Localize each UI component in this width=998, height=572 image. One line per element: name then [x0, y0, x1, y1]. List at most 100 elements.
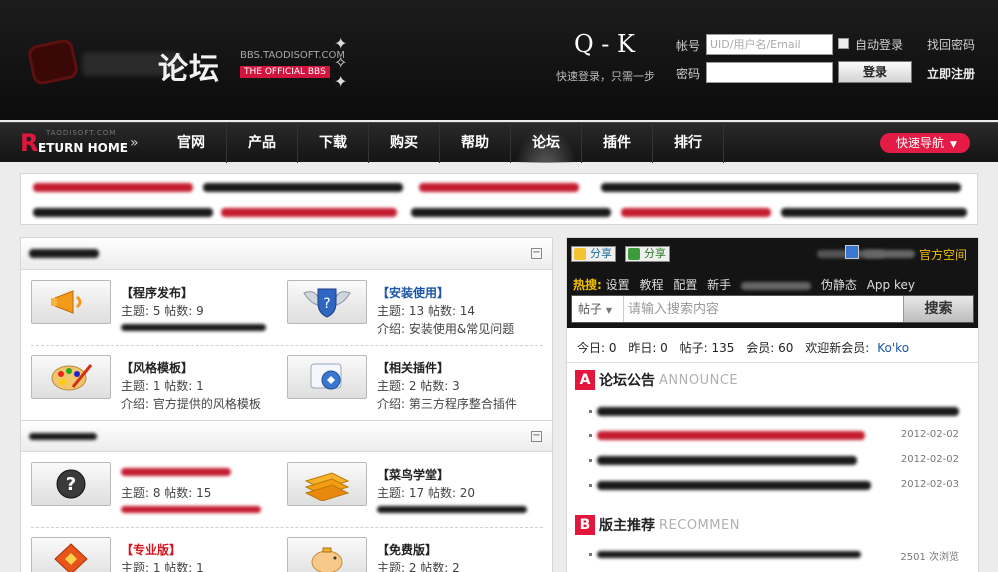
pro-edition-icon[interactable]: [31, 537, 111, 572]
announce-title: 论坛公告: [599, 373, 655, 389]
forum-title[interactable]: 【菜鸟学堂】: [377, 466, 449, 483]
announce-item[interactable]: 2012-02-03: [589, 478, 959, 494]
announce-item[interactable]: [589, 404, 959, 420]
redacted-link[interactable]: [419, 183, 579, 192]
announce-title-redacted[interactable]: [597, 407, 959, 416]
forum-title[interactable]: 【程序发布】: [121, 284, 193, 301]
redacted-link[interactable]: [781, 208, 967, 217]
recommend-letter: B: [575, 515, 595, 535]
register-link[interactable]: 立即注册: [927, 65, 975, 82]
site-logo[interactable]: 论坛 BBS.TAODISOFT.COM THE OFFICIAL BBS ✦ …: [26, 34, 347, 91]
divider: [31, 527, 543, 528]
divider: [567, 362, 978, 363]
recommend-title: 版主推荐: [599, 518, 655, 534]
login-button[interactable]: 登录: [838, 61, 912, 83]
forum-title[interactable]: 【专业版】: [121, 541, 181, 558]
hot-search-item[interactable]: 设置: [606, 278, 630, 292]
redacted-link[interactable]: [411, 208, 611, 217]
share-button[interactable]: 分享: [571, 246, 616, 262]
nav-item-plugins[interactable]: 插件: [582, 123, 653, 163]
return-home-link[interactable]: R TAODISOFT.COM ETURN HOME »: [20, 127, 144, 159]
question-icon[interactable]: ?: [31, 462, 111, 506]
nav-item-download[interactable]: 下载: [298, 123, 369, 163]
forum-item[interactable]: ? 主题: 8 帖数: 15: [31, 462, 281, 518]
qq-quick-login[interactable]: Q - K 快速登录，只需一步: [556, 30, 672, 90]
search-type-select[interactable]: 帖子 ▼: [572, 296, 624, 322]
search-button[interactable]: 搜索: [903, 296, 973, 322]
forum-item[interactable]: 【专业版】 主题: 1 帖数: 1: [31, 537, 281, 572]
share-button[interactable]: 分享: [625, 246, 670, 262]
section-title-redacted: [29, 249, 99, 258]
hot-search-item[interactable]: 配置: [673, 278, 697, 292]
forum-desc: 介绍: 安装使用&常见问题: [377, 322, 515, 336]
nav-item-ranking[interactable]: 排行: [653, 123, 724, 163]
forum-title[interactable]: 【安装使用】: [377, 284, 449, 301]
redacted-link[interactable]: [203, 183, 403, 192]
piggy-bank-icon[interactable]: [287, 537, 367, 572]
main-nav: R TAODISOFT.COM ETURN HOME » 官网 产品 下载 购买…: [0, 122, 998, 163]
hot-search-item-redacted[interactable]: [741, 281, 812, 290]
forum-desc-redacted: [121, 324, 266, 331]
logo-domain: BBS.TAODISOFT.COM: [240, 50, 345, 61]
announce-item[interactable]: 2012-02-02: [589, 428, 959, 444]
search-input[interactable]: [628, 299, 898, 319]
forum-item[interactable]: 【风格模板】 主题: 1 帖数: 1 介绍: 官方提供的风格模板: [31, 355, 281, 411]
palette-icon[interactable]: [31, 355, 111, 399]
forum-title[interactable]: 【免费版】: [377, 541, 437, 558]
auto-login-checkbox[interactable]: [838, 38, 849, 49]
redacted-link[interactable]: [33, 183, 193, 192]
books-icon[interactable]: [287, 462, 367, 506]
forum-item[interactable]: 【菜鸟学堂】 主题: 17 帖数: 20: [287, 462, 537, 518]
qq-login-text: 快速登录，只需一步: [556, 70, 655, 83]
forum-item[interactable]: ? 【安装使用】 主题: 13 帖数: 14 介绍: 安装使用&常见问题: [287, 280, 537, 336]
quick-nav-button[interactable]: 快速导航 ▼: [880, 133, 970, 153]
forum-item[interactable]: 【相关插件】 主题: 2 帖数: 3 介绍: 第三方程序整合插件: [287, 355, 537, 411]
nav-item-buy[interactable]: 购买: [369, 123, 440, 163]
hot-search-item[interactable]: 新手: [707, 278, 731, 292]
collapse-icon[interactable]: −: [531, 431, 542, 442]
megaphone-icon[interactable]: [31, 280, 111, 324]
forgot-password-link[interactable]: 找回密码: [927, 36, 975, 53]
redacted-link[interactable]: [601, 183, 961, 192]
forum-stats-row: 今日: 0 昨日: 0 帖子: 135 会员: 60 欢迎新会员: Ko'ko: [577, 339, 917, 356]
hot-search-item[interactable]: App key: [867, 278, 915, 292]
nav-item-help[interactable]: 帮助: [440, 123, 511, 163]
announce-title-redacted[interactable]: [597, 431, 865, 440]
share-icon: [574, 248, 586, 260]
hot-search-item[interactable]: 伪静态: [821, 278, 857, 292]
redacted-link[interactable]: [621, 208, 771, 217]
recommend-views: 2501 次浏览: [900, 552, 959, 563]
collapse-icon[interactable]: −: [531, 248, 542, 259]
svg-text:?: ?: [66, 474, 76, 495]
announce-date: 2012-02-02: [900, 454, 959, 465]
nav-item-official[interactable]: 官网: [156, 123, 227, 163]
caret-down-icon: ▼: [950, 140, 957, 150]
section-header: −: [21, 420, 552, 452]
redacted-link[interactable]: [33, 208, 213, 217]
password-input[interactable]: [706, 62, 833, 83]
plugin-icon[interactable]: [287, 355, 367, 399]
forum-title-redacted[interactable]: [121, 468, 231, 476]
account-input[interactable]: [706, 34, 833, 55]
nav-item-products[interactable]: 产品: [227, 123, 298, 163]
hot-search-item[interactable]: 教程: [639, 278, 663, 292]
forum-item[interactable]: 【免费版】 主题: 2 帖数: 2: [287, 537, 537, 572]
announce-item[interactable]: 2012-02-02: [589, 453, 959, 469]
recommend-item[interactable]: 2501 次浏览: [589, 547, 959, 563]
redacted-link[interactable]: [863, 250, 915, 258]
announce-title-redacted[interactable]: [597, 456, 857, 465]
forum-title[interactable]: 【相关插件】: [377, 359, 449, 376]
sidebar-panel: 分享 分享 官方空间 热搜: 设置 教程 配置 新手 伪静态 App key 帖…: [566, 237, 979, 572]
shield-icon[interactable]: ?: [287, 280, 367, 324]
forum-item[interactable]: 【程序发布】 主题: 5 帖数: 9: [31, 280, 281, 336]
account-label: 帐号: [676, 39, 701, 53]
official-space-link[interactable]: 官方空间: [919, 246, 967, 263]
nav-item-forum[interactable]: 论坛: [511, 123, 582, 163]
recommend-title-redacted[interactable]: [597, 551, 861, 558]
search-bar: 帖子 ▼ 搜索: [571, 295, 974, 323]
new-member-link[interactable]: Ko'ko: [877, 341, 909, 355]
forum-title[interactable]: 【风格模板】: [121, 359, 193, 376]
announce-title-redacted[interactable]: [597, 481, 871, 490]
redacted-link[interactable]: [221, 208, 397, 217]
forum-stats: 主题: 1 帖数: 1: [121, 561, 204, 572]
